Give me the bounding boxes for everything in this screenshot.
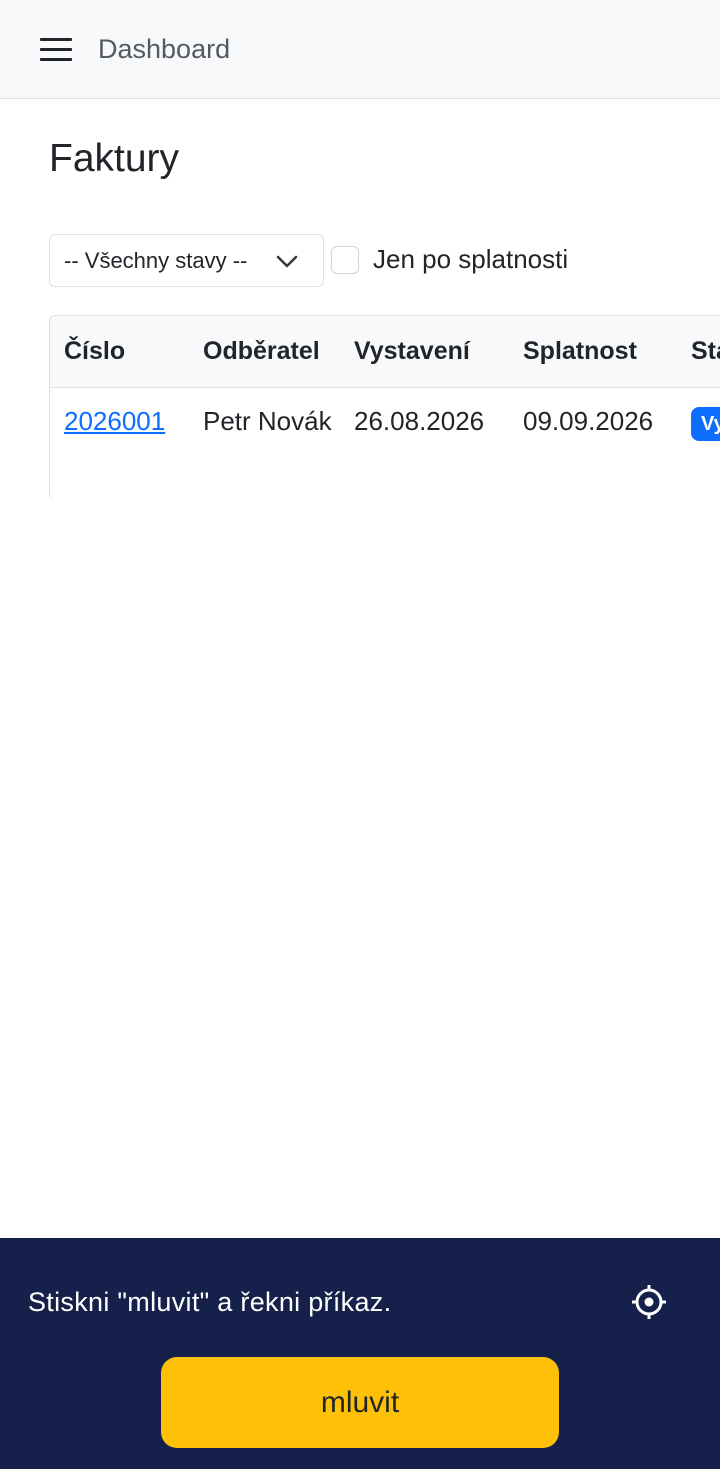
table-row: 2026001 Petr Novák 26.08.2026 09.09.2026… bbox=[50, 387, 720, 500]
cell-customer: Petr Novák bbox=[189, 387, 340, 500]
gear-icon[interactable] bbox=[631, 1284, 667, 1320]
column-header-issued[interactable]: Vystavení bbox=[340, 316, 509, 388]
cell-due: 09.09.2026 bbox=[509, 387, 677, 500]
column-header-number[interactable]: Číslo bbox=[50, 316, 189, 388]
talk-button[interactable]: mluvit bbox=[161, 1357, 559, 1448]
status-badge: Vystavena bbox=[691, 406, 720, 441]
status-filter-value: -- Všechny stavy -- bbox=[64, 248, 248, 273]
overdue-only-checkbox[interactable] bbox=[331, 246, 359, 274]
invoices-table: Číslo Odběratel Vystavení Splatnost Stav… bbox=[49, 315, 720, 500]
cell-status: Vystavena bbox=[677, 387, 720, 500]
navbar-brand[interactable]: Dashboard bbox=[98, 32, 230, 66]
status-filter-select[interactable]: -- Všechny stavy -- bbox=[49, 234, 324, 287]
hamburger-icon[interactable] bbox=[38, 36, 74, 64]
navbar: Dashboard bbox=[0, 0, 720, 99]
voice-command-panel: Stiskni "mluvit" a řekni příkaz. mluvit bbox=[0, 1238, 720, 1469]
column-header-status[interactable]: Stav bbox=[677, 316, 720, 388]
page-title: Faktury bbox=[49, 137, 180, 180]
cell-number: 2026001 bbox=[50, 387, 189, 500]
table-header-row: Číslo Odběratel Vystavení Splatnost Stav bbox=[50, 316, 720, 388]
cell-issued: 26.08.2026 bbox=[340, 387, 509, 500]
overdue-only-label[interactable]: Jen po splatnosti bbox=[373, 243, 568, 275]
voice-hint-text: Stiskni "mluvit" a řekni příkaz. bbox=[28, 1287, 392, 1317]
column-header-due[interactable]: Splatnost bbox=[509, 316, 677, 388]
column-header-customer[interactable]: Odběratel bbox=[189, 316, 340, 388]
chevron-down-icon bbox=[276, 255, 298, 268]
invoice-number-link[interactable]: 2026001 bbox=[64, 406, 165, 436]
